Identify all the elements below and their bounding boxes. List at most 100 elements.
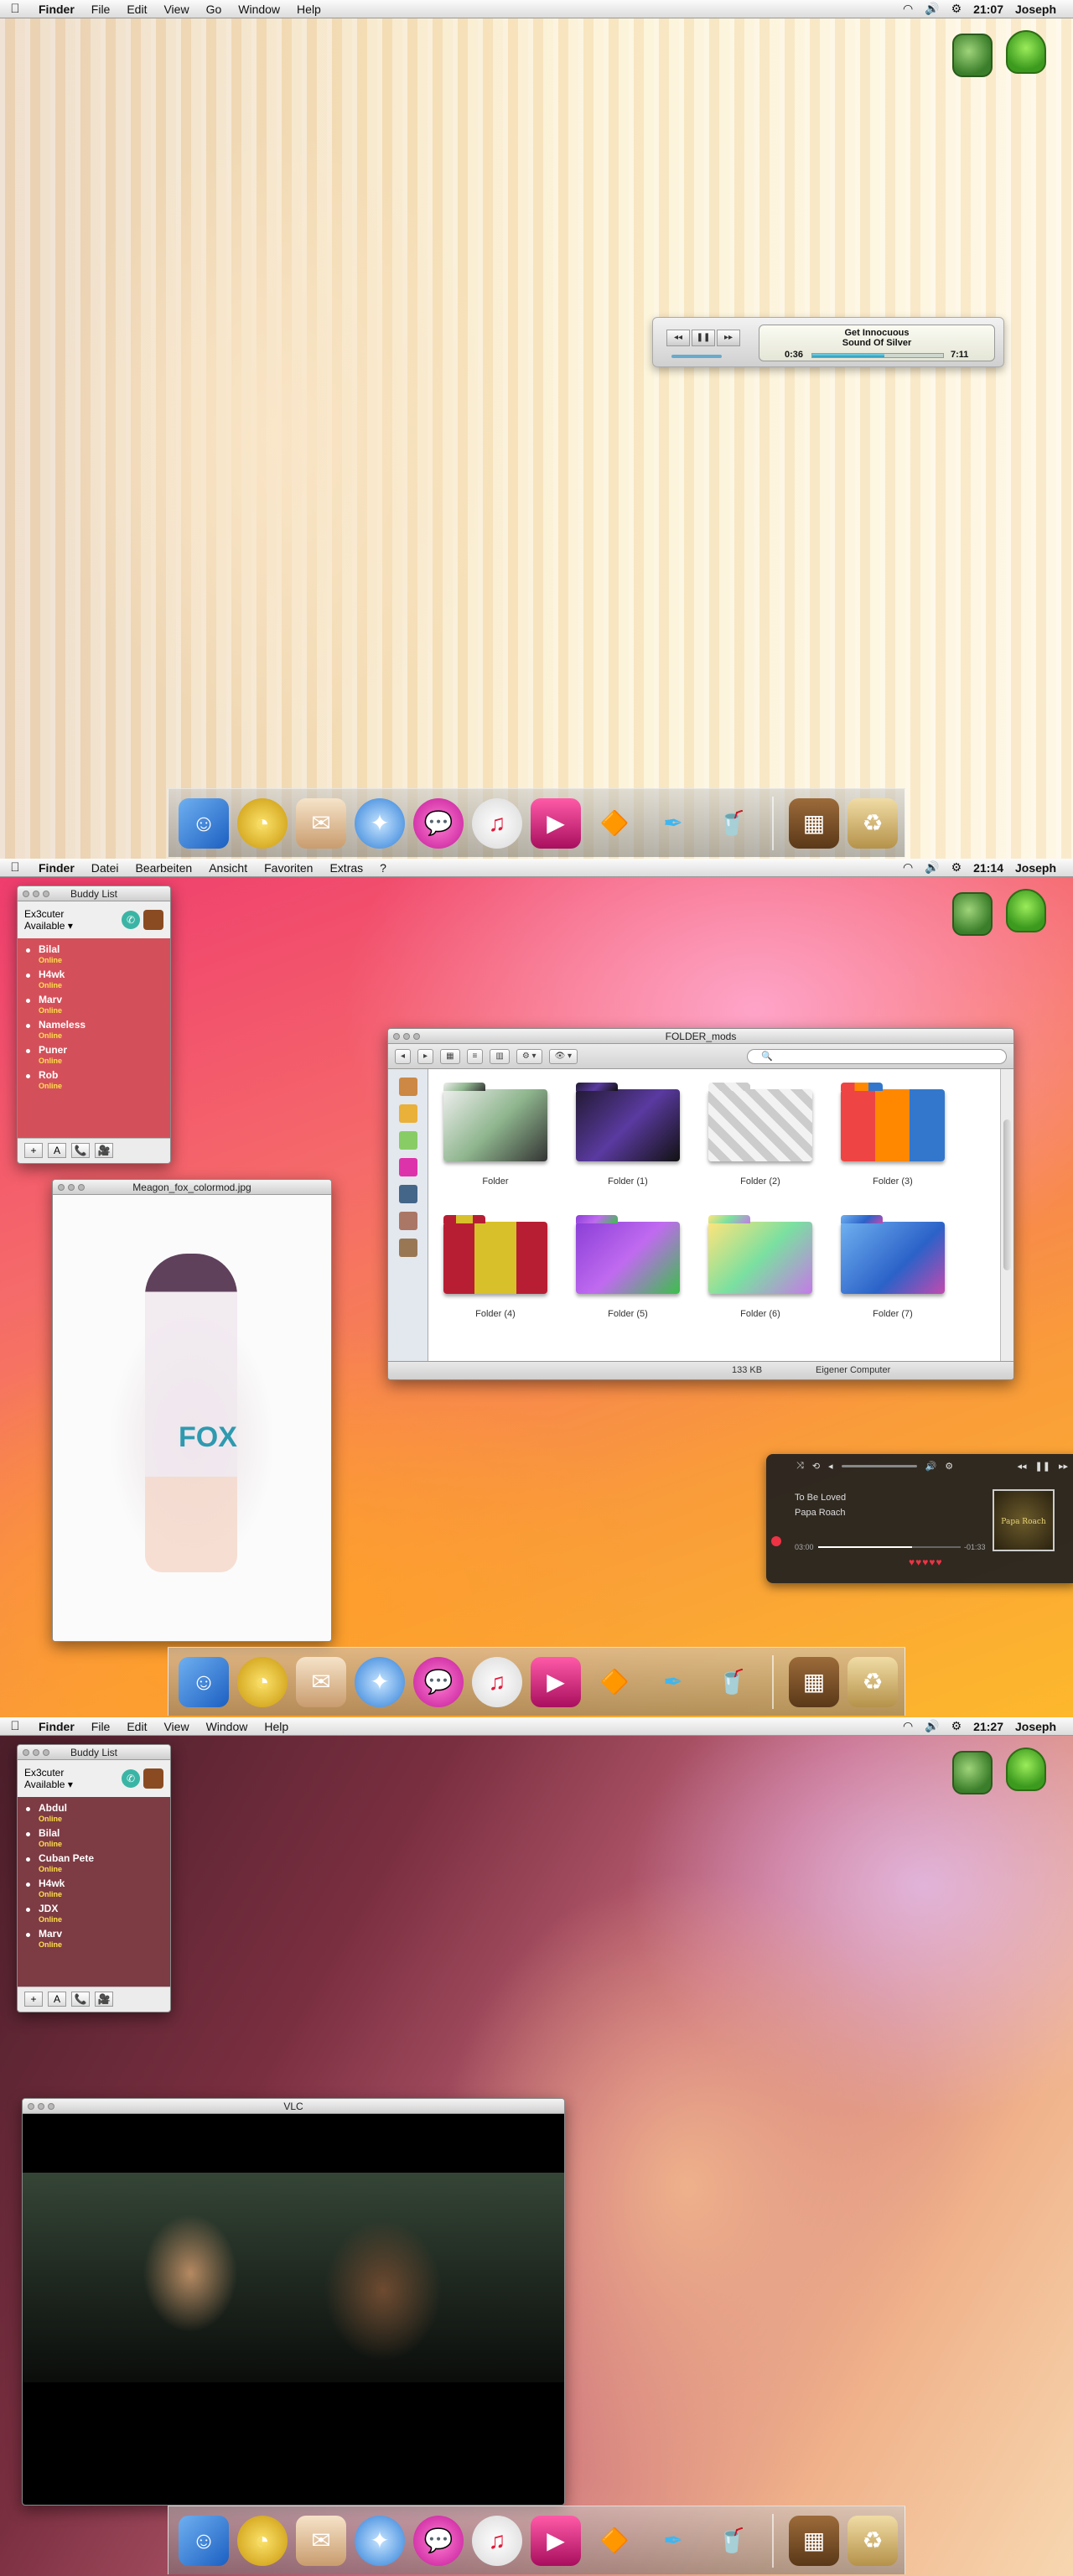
crocodile-icon[interactable] — [1006, 889, 1046, 932]
sidebar-item-library[interactable] — [398, 1239, 417, 1257]
minimize-button[interactable] — [68, 1184, 75, 1191]
menu-edit[interactable]: Edit — [118, 1720, 155, 1733]
status-menu[interactable]: Available ▾ — [24, 920, 73, 932]
sidebar-item-applications[interactable] — [398, 1078, 417, 1096]
menu-finder[interactable]: Finder — [30, 861, 83, 875]
volume-icon[interactable]: 🔊 — [925, 1719, 939, 1733]
menu-finder[interactable]: Finder — [30, 1720, 83, 1733]
icon-view-button[interactable]: ▦ — [440, 1048, 460, 1064]
folder-item[interactable]: Folder — [437, 1083, 554, 1207]
zoom-button[interactable] — [43, 1749, 49, 1756]
photo-icon[interactable]: ✉ — [296, 1656, 346, 1707]
crocodile-icon[interactable] — [1006, 30, 1046, 74]
title-bar[interactable]: Buddy List — [18, 886, 170, 901]
add-buddy-button[interactable]: + — [24, 1142, 43, 1158]
grenade-icon[interactable] — [952, 34, 993, 77]
crocodile-icon[interactable] — [1006, 1748, 1046, 1791]
buddy-item[interactable]: Nameless Online — [18, 1017, 170, 1042]
menu-extras[interactable]: Extras — [321, 861, 371, 875]
buddy-item[interactable]: Marv Online — [18, 1926, 170, 1951]
menu-window[interactable]: Window — [198, 1720, 257, 1733]
close-button[interactable] — [58, 1184, 65, 1191]
close-button[interactable] — [28, 2103, 34, 2110]
shelf-icon[interactable]: ▦ — [789, 2515, 839, 2566]
action-menu-button[interactable]: ⚙ ▾ — [516, 1048, 542, 1064]
wifi-icon[interactable]: ◠ — [903, 2, 913, 16]
close-button[interactable] — [393, 1033, 400, 1040]
buddy-item[interactable]: Rob Online — [18, 1067, 170, 1093]
menu-view[interactable]: View — [155, 1720, 197, 1733]
buddy-item[interactable]: Marv Online — [18, 992, 170, 1017]
menu-go[interactable]: Go — [198, 3, 231, 16]
apple-icon[interactable]:  — [0, 860, 30, 875]
video-icon[interactable]: ▶ — [531, 2515, 581, 2566]
folder-item[interactable]: Folder (5) — [569, 1215, 687, 1339]
previous-icon[interactable]: ◂◂ — [1017, 1461, 1026, 1472]
scrollbar[interactable] — [1000, 1069, 1013, 1361]
video-icon[interactable]: ▶ — [531, 1656, 581, 1707]
volume-icon[interactable]: 🔊 — [925, 860, 939, 875]
menu-help[interactable]: ? — [371, 861, 395, 875]
sidebar-item-music[interactable] — [398, 1158, 417, 1176]
sidebar-item-movies[interactable] — [398, 1185, 417, 1203]
video-chat-button[interactable]: 🎥 — [95, 1142, 113, 1158]
avatar[interactable] — [143, 910, 163, 930]
feather-icon[interactable]: ✒ — [648, 1657, 698, 1707]
drink-icon[interactable]: 🥤 — [707, 2516, 757, 2566]
clock-icon[interactable]: ◔ — [237, 2515, 288, 2566]
close-button[interactable] — [23, 891, 29, 897]
buddy-item[interactable]: Bilal Online — [18, 1826, 170, 1851]
user-name[interactable]: Joseph — [1015, 861, 1056, 875]
safari-icon[interactable]: ✦ — [355, 1656, 405, 1707]
phone-icon[interactable]: ✆ — [122, 911, 140, 929]
forward-button[interactable]: ▸ — [417, 1048, 434, 1064]
shelf-icon[interactable]: ▦ — [789, 797, 839, 849]
gear-icon[interactable]: ⚙ — [951, 860, 962, 875]
folder-item[interactable]: Folder (1) — [569, 1083, 687, 1207]
audio-chat-button[interactable]: 📞 — [71, 1142, 90, 1158]
finder-icon[interactable]: ☺ — [179, 2515, 229, 2566]
volume-slider[interactable] — [671, 355, 722, 358]
video-area[interactable] — [23, 2114, 564, 2505]
minimize-button[interactable] — [38, 2103, 44, 2110]
itunes-icon[interactable]: ♫ — [472, 2515, 522, 2566]
folder-item[interactable]: Folder (2) — [702, 1083, 819, 1207]
itunes-icon[interactable]: ♫ — [472, 1656, 522, 1707]
menu-datei[interactable]: Datei — [83, 861, 127, 875]
menu-finder[interactable]: Finder — [30, 3, 83, 16]
buddy-item[interactable]: Abdul Online — [18, 1800, 170, 1826]
volume-slider[interactable] — [841, 1464, 917, 1467]
zoom-button[interactable] — [48, 2103, 54, 2110]
gear-icon[interactable]: ⚙ — [945, 1461, 953, 1472]
menu-favoriten[interactable]: Favoriten — [256, 861, 321, 875]
heart-handle-icon[interactable] — [771, 1536, 781, 1546]
itunes-icon[interactable]: ♫ — [472, 797, 522, 849]
column-view-button[interactable]: ▥ — [490, 1048, 510, 1064]
clock-icon[interactable]: ◔ — [237, 1656, 288, 1707]
folder-item[interactable]: Folder (3) — [834, 1083, 951, 1207]
trash-icon[interactable]: ♻ — [848, 2515, 898, 2566]
buddy-item[interactable]: JDX Online — [18, 1901, 170, 1926]
title-bar[interactable]: FOLDER_mods — [388, 1029, 1013, 1044]
finder-icon[interactable]: ☺ — [179, 797, 229, 849]
grenade-icon[interactable] — [952, 1751, 993, 1794]
sidebar-item-desktop[interactable] — [398, 1131, 417, 1150]
grenade-icon[interactable] — [952, 892, 993, 936]
wifi-icon[interactable]: ◠ — [903, 860, 913, 875]
search-input[interactable]: 🔍 — [747, 1048, 1007, 1064]
gear-icon[interactable]: ⚙ — [951, 2, 962, 16]
feather-icon[interactable]: ✒ — [648, 2516, 698, 2566]
zoom-button[interactable] — [43, 891, 49, 897]
apple-icon[interactable]:  — [0, 2, 30, 16]
clock[interactable]: 21:14 — [973, 861, 1003, 875]
menu-edit[interactable]: Edit — [118, 3, 155, 16]
clock-icon[interactable]: ◔ — [237, 797, 288, 849]
scroll-thumb[interactable] — [1003, 1119, 1011, 1270]
folder-item[interactable]: Folder (7) — [834, 1215, 951, 1339]
progress-bar[interactable] — [818, 1546, 961, 1548]
status-menu[interactable]: Available ▾ — [24, 1779, 73, 1790]
minimize-button[interactable] — [403, 1033, 410, 1040]
menu-view[interactable]: View — [155, 3, 197, 16]
text-chat-button[interactable]: A — [48, 1142, 66, 1158]
menu-file[interactable]: File — [83, 3, 119, 16]
